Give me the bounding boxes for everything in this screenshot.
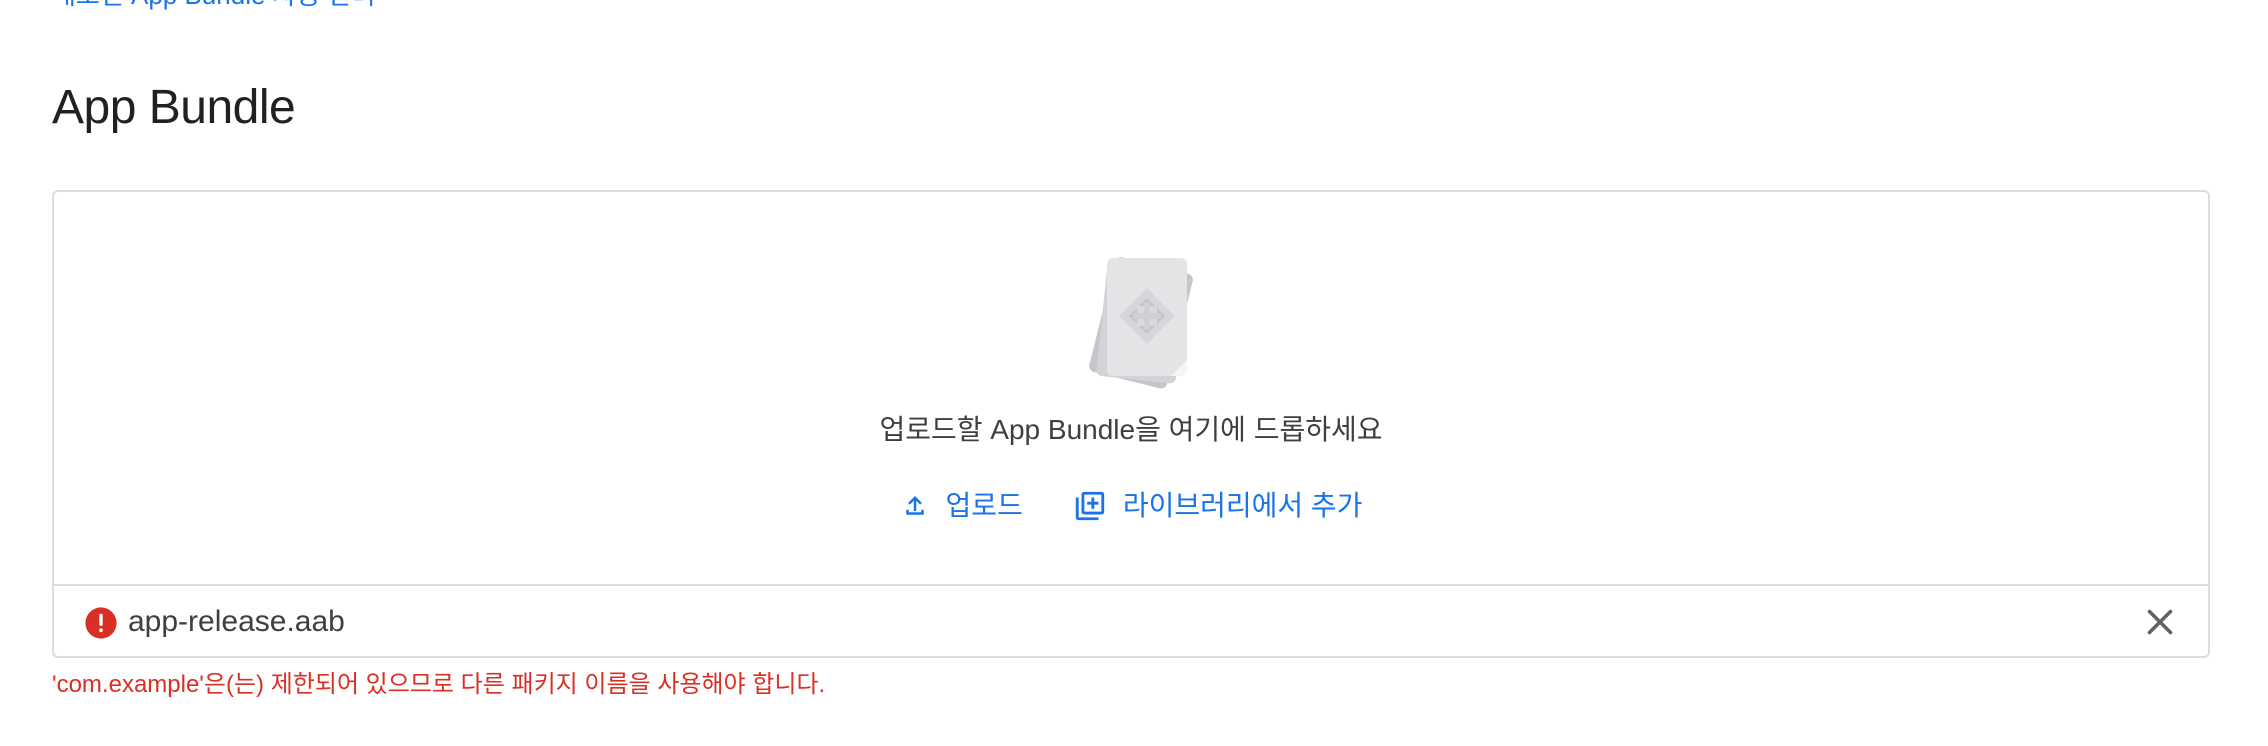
error-message: 'com.example'은(는) 제한되어 있으므로 다른 패키지 이름을 사… bbox=[52, 671, 826, 698]
top-link[interactable]: 배포된 App Bundle 사용 관리 bbox=[52, 0, 376, 8]
upload-button[interactable]: 업로드 bbox=[900, 482, 1023, 530]
add-from-library-button[interactable]: 라이브러리에서 추가 bbox=[1073, 482, 1363, 530]
drop-instruction: 업로드할 App Bundle을 여기에 드롭하세요 bbox=[879, 414, 1383, 445]
file-name: app-release.aab bbox=[128, 605, 345, 638]
library-add-icon bbox=[1075, 491, 1104, 521]
app-bundle-card: 업로드할 App Bundle을 여기에 드롭하세요 업로드 라이브러리에서 추… bbox=[52, 190, 2210, 658]
file-row: app-release.aab bbox=[54, 586, 2208, 656]
error-icon bbox=[85, 607, 117, 639]
page-title: App Bundle bbox=[52, 81, 296, 134]
add-from-library-label: 라이브러리에서 추가 bbox=[1122, 490, 1363, 521]
dropzone[interactable]: 업로드할 App Bundle을 여기에 드롭하세요 업로드 라이브러리에서 추… bbox=[54, 192, 2208, 586]
dropzone-actions: 업로드 라이브러리에서 추가 bbox=[54, 482, 2208, 530]
upload-label: 업로드 bbox=[945, 490, 1023, 521]
app-bundle-stack-icon bbox=[1089, 257, 1193, 389]
upload-icon bbox=[905, 496, 924, 515]
close-icon[interactable] bbox=[2142, 604, 2178, 640]
